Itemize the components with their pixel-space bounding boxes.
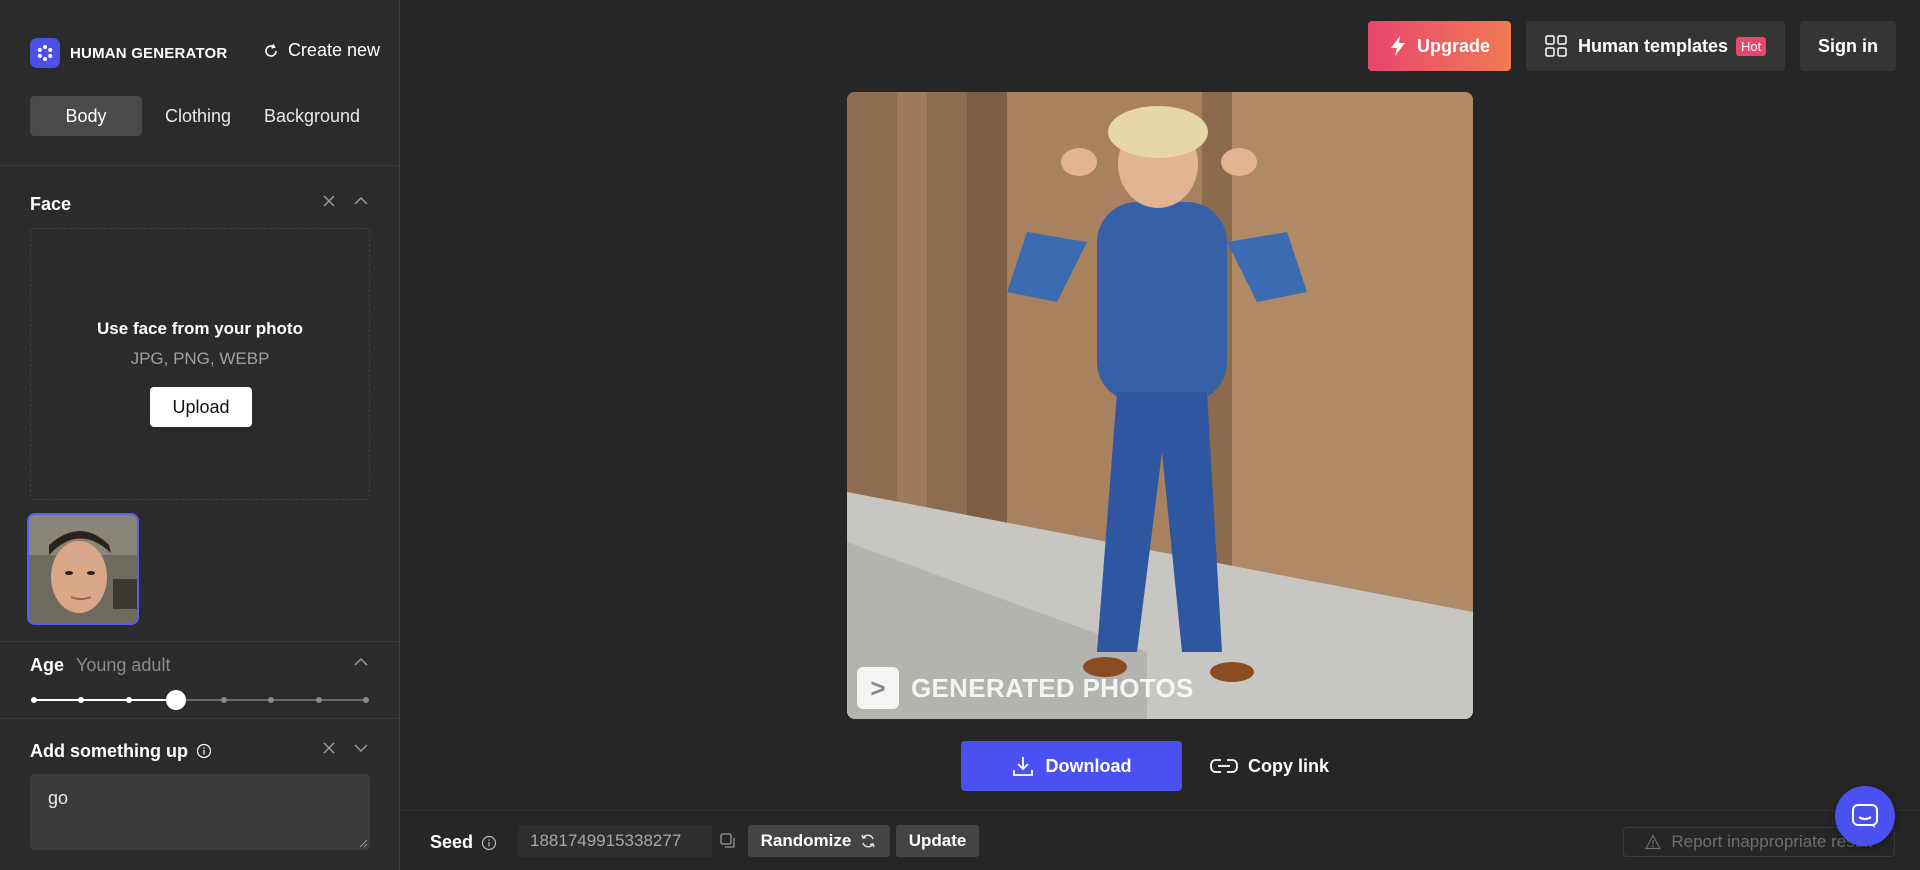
refresh-icon (861, 834, 876, 848)
create-new-label: Create new (287, 40, 380, 60)
seed-input[interactable]: 1881749915338277 (518, 825, 712, 857)
watermark: > GENERATED PHOTOS (857, 667, 1194, 709)
create-new-button[interactable]: Create new (262, 40, 380, 61)
chevron-down-icon[interactable] (352, 739, 370, 757)
face-thumbnail[interactable] (27, 513, 139, 625)
age-slider-stop[interactable] (315, 697, 322, 703)
download-icon (1012, 757, 1033, 776)
add-something-header: Add something up (30, 739, 370, 763)
sign-in-button[interactable]: Sign in (1800, 21, 1896, 71)
resize-handle-icon[interactable] (358, 838, 368, 848)
download-button[interactable]: Download (961, 741, 1182, 791)
age-section-title: Age (30, 654, 65, 675)
age-slider-stop[interactable] (220, 697, 227, 703)
bottom-bar: Seed 1881749915338277 Randomize Update R… (401, 810, 1920, 870)
sidebar: HUMAN GENERATOR Create new Body Clothing… (0, 0, 400, 870)
chat-icon (1852, 804, 1878, 828)
generated-photos-logo-icon: > (857, 667, 899, 709)
add-something-textarea[interactable]: go (30, 774, 370, 850)
download-label: Download (1045, 755, 1132, 776)
close-icon[interactable] (320, 192, 338, 210)
add-something-text: go (48, 788, 69, 808)
update-button[interactable]: Update (896, 825, 979, 857)
hot-badge: Hot (1736, 36, 1767, 56)
age-slider-stop[interactable] (363, 697, 369, 703)
randomize-label: Randomize (760, 831, 852, 850)
link-icon (1210, 759, 1238, 773)
brand-name: HUMAN GENERATOR (70, 44, 228, 62)
age-value: Young adult (76, 654, 171, 675)
chevron-up-icon[interactable] (352, 192, 370, 210)
age-slider-knob[interactable] (166, 690, 187, 710)
generated-image: > GENERATED PHOTOS (847, 92, 1473, 719)
human-templates-button[interactable]: Human templates Hot (1526, 21, 1785, 71)
chat-support-button[interactable] (1835, 786, 1895, 846)
age-slider-stop[interactable] (268, 697, 275, 703)
warning-icon (1645, 834, 1662, 850)
dropzone-title: Use face from your photo (97, 319, 303, 338)
tab-bar: Body Clothing Background (30, 96, 370, 136)
age-slider-fill (34, 699, 177, 701)
watermark-text: GENERATED PHOTOS (911, 672, 1194, 703)
tab-clothing[interactable]: Clothing (142, 96, 254, 136)
lightning-icon (1390, 36, 1405, 56)
brand-row: HUMAN GENERATOR Create new (30, 38, 380, 68)
add-something-title: Add something up (30, 740, 188, 761)
face-section-title: Face (30, 193, 72, 214)
upgrade-button[interactable]: Upgrade (1368, 21, 1511, 71)
grid-icon (1545, 35, 1567, 57)
human-templates-label: Human templates (1578, 35, 1729, 56)
age-section-header: Age Young adult (30, 653, 370, 677)
copy-link-button[interactable]: Copy link (1210, 741, 1329, 791)
top-actions: Upgrade Human templates Hot Sign in (1368, 21, 1896, 71)
dropzone-formats: JPG, PNG, WEBP (130, 349, 270, 368)
age-slider-stop[interactable] (125, 697, 132, 703)
divider (0, 718, 399, 719)
close-icon[interactable] (320, 739, 338, 757)
age-slider-stop[interactable] (31, 697, 37, 703)
age-slider-stop[interactable] (78, 697, 85, 703)
face-section-header: Face (30, 192, 370, 216)
upload-button[interactable]: Upload (150, 387, 252, 427)
chevron-up-icon[interactable] (352, 653, 370, 671)
info-icon[interactable] (196, 743, 212, 759)
refresh-icon (265, 43, 277, 57)
copy-icon[interactable] (719, 832, 737, 850)
divider (0, 641, 399, 642)
tab-background[interactable]: Background (254, 96, 370, 136)
face-photo (29, 515, 137, 623)
brand-logo-icon[interactable] (30, 38, 60, 68)
seed-label: Seed (430, 832, 474, 852)
tab-body[interactable]: Body (30, 96, 142, 136)
seed-label-group: Seed (430, 832, 497, 853)
app: HUMAN GENERATOR Create new Body Clothing… (0, 0, 1920, 870)
generated-photo (847, 92, 1473, 719)
divider (0, 165, 399, 166)
age-slider[interactable] (31, 690, 369, 710)
randomize-button[interactable]: Randomize (748, 825, 890, 857)
copy-link-label: Copy link (1248, 755, 1330, 776)
face-upload-dropzone[interactable]: Use face from your photo JPG, PNG, WEBP … (30, 228, 370, 500)
upgrade-label: Upgrade (1416, 35, 1490, 56)
info-icon[interactable] (481, 835, 497, 851)
